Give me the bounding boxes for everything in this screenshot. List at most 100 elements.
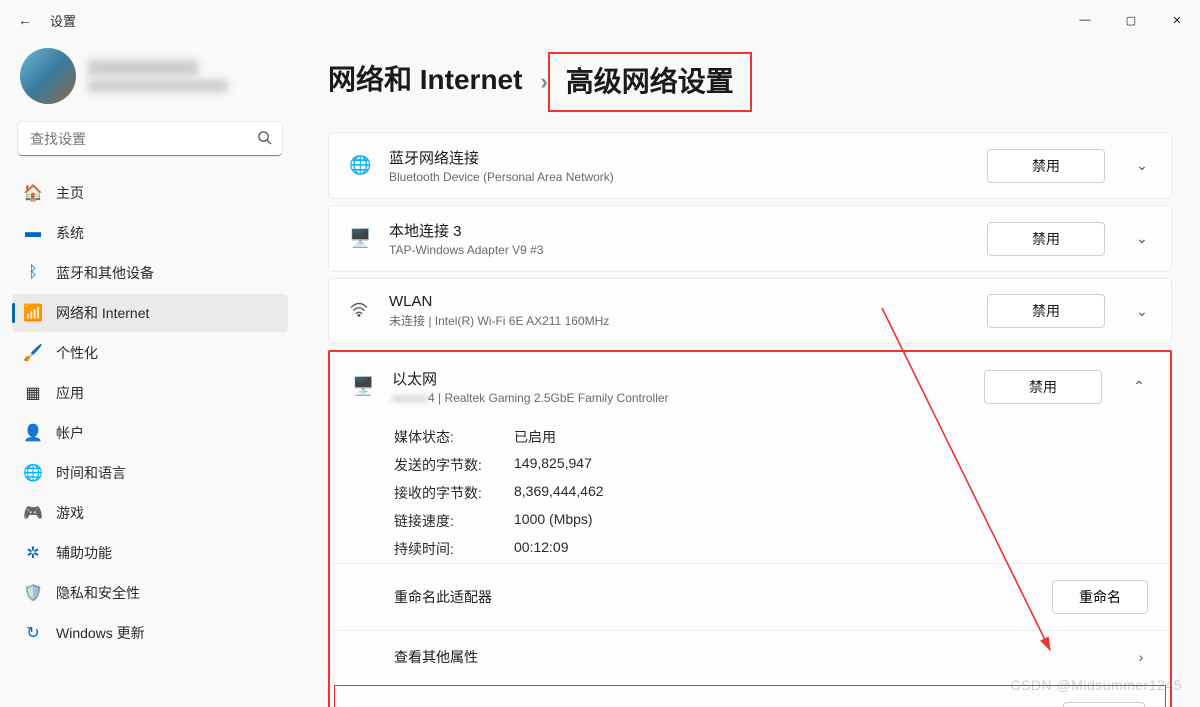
nav-windows-update[interactable]: ↻ Windows 更新 bbox=[12, 614, 288, 652]
search-box[interactable] bbox=[18, 122, 282, 156]
watermark: CSDN @Midsummer1245 bbox=[1010, 677, 1182, 693]
ethernet-details: 媒体状态:已启用 发送的字节数:149,825,947 接收的字节数:8,369… bbox=[332, 419, 1168, 563]
detail-label: 发送的字节数: bbox=[394, 455, 514, 475]
disable-button[interactable]: 禁用 bbox=[987, 222, 1105, 256]
nav-label: 蓝牙和其他设备 bbox=[56, 263, 154, 283]
detail-label: 链接速度: bbox=[394, 511, 514, 531]
detail-value: 149,825,947 bbox=[514, 455, 592, 475]
nav-label: 辅助功能 bbox=[56, 543, 112, 563]
close-button[interactable]: ✕ bbox=[1154, 4, 1200, 36]
ethernet-adapter-icon: 🖥️ bbox=[349, 228, 371, 249]
nav-list: 🏠 主页 ▬ 系统 ᛒ 蓝牙和其他设备 📶 网络和 Internet 🖌️ 个性化 ▦ 应用… bbox=[12, 174, 288, 652]
titlebar: ← 设置 ― ▢ ✕ bbox=[0, 0, 1200, 40]
nav-bluetooth[interactable]: ᛒ 蓝牙和其他设备 bbox=[12, 254, 288, 292]
apps-icon: ▦ bbox=[24, 384, 42, 402]
detail-label: 持续时间: bbox=[394, 539, 514, 559]
wifi-icon: 📶 bbox=[24, 304, 42, 322]
app-title: 设置 bbox=[50, 11, 76, 30]
nav-label: 个性化 bbox=[56, 343, 98, 363]
adapter-sub: 未连接 | Intel(R) Wi-Fi 6E AX211 160MHz bbox=[389, 312, 969, 329]
nav-label: 网络和 Internet bbox=[56, 303, 149, 323]
chevron-down-icon[interactable]: ⌄ bbox=[1133, 303, 1151, 320]
breadcrumb-parent[interactable]: 网络和 Internet bbox=[328, 58, 522, 98]
nav-time-language[interactable]: 🌐 时间和语言 bbox=[12, 454, 288, 492]
nav-label: Windows 更新 bbox=[56, 623, 145, 643]
back-button[interactable]: ← bbox=[18, 12, 32, 28]
adapter-card-local3: 🖥️ 本地连接 3 TAP-Windows Adapter V9 #3 禁用 ⌄ bbox=[328, 205, 1172, 272]
nav-apps[interactable]: ▦ 应用 bbox=[12, 374, 288, 412]
other-properties-row[interactable]: 查看其他属性 › bbox=[332, 630, 1168, 683]
nav-home[interactable]: 🏠 主页 bbox=[12, 174, 288, 212]
search-icon bbox=[257, 130, 272, 148]
adapter-card-bluetooth: 🌐 蓝牙网络连接 Bluetooth Device (Personal Area… bbox=[328, 132, 1172, 199]
adapter-title: 以太网 bbox=[392, 368, 966, 389]
breadcrumb-current: 高级网络设置 bbox=[548, 52, 752, 112]
adapter-card-wlan: WLAN 未连接 | Intel(R) Wi-Fi 6E AX211 160MH… bbox=[328, 278, 1172, 344]
rename-button[interactable]: 重命名 bbox=[1052, 580, 1148, 614]
detail-label: 媒体状态: bbox=[394, 427, 514, 447]
detail-value: 1000 (Mbps) bbox=[514, 511, 593, 531]
rename-row: 重命名此适配器 重命名 bbox=[332, 563, 1168, 630]
edit-button[interactable]: 编辑 bbox=[1063, 702, 1145, 707]
search-input[interactable] bbox=[18, 122, 282, 156]
nav-gaming[interactable]: 🎮 游戏 bbox=[12, 494, 288, 532]
shield-icon: 🛡️ bbox=[24, 584, 42, 602]
adapter-sub: xxxxxx4 | Realtek Gaming 2.5GbE Family C… bbox=[392, 391, 966, 405]
nav-label: 游戏 bbox=[56, 503, 84, 523]
nav-personalization[interactable]: 🖌️ 个性化 bbox=[12, 334, 288, 372]
adapter-sub: TAP-Windows Adapter V9 #3 bbox=[389, 243, 969, 257]
rename-label: 重命名此适配器 bbox=[394, 587, 492, 607]
detail-label: 接收的字节数: bbox=[394, 483, 514, 503]
bluetooth-icon: ᛒ bbox=[24, 264, 42, 282]
bluetooth-adapter-icon: 🌐 bbox=[349, 155, 371, 176]
wifi-adapter-icon bbox=[349, 301, 371, 322]
adapter-card-ethernet: 🖥️ 以太网 xxxxxx4 | Realtek Gaming 2.5GbE F… bbox=[332, 354, 1168, 707]
nav-label: 主页 bbox=[56, 183, 84, 203]
gamepad-icon: 🎮 bbox=[24, 504, 42, 522]
nav-label: 系统 bbox=[56, 223, 84, 243]
detail-value: 00:12:09 bbox=[514, 539, 569, 559]
detail-value: 已启用 bbox=[514, 427, 556, 447]
home-icon: 🏠 bbox=[24, 184, 42, 202]
nav-label: 应用 bbox=[56, 383, 84, 403]
person-icon: 👤 bbox=[24, 424, 42, 442]
chevron-up-icon[interactable]: ⌃ bbox=[1130, 378, 1148, 395]
adapter-sub: Bluetooth Device (Personal Area Network) bbox=[389, 170, 969, 184]
chevron-right-icon: › bbox=[1134, 649, 1148, 665]
chevron-down-icon[interactable]: ⌄ bbox=[1133, 230, 1151, 247]
adapter-title: 蓝牙网络连接 bbox=[389, 147, 969, 168]
nav-label: 帐户 bbox=[56, 423, 84, 443]
nav-network[interactable]: 📶 网络和 Internet bbox=[12, 294, 288, 332]
update-icon: ↻ bbox=[24, 624, 42, 642]
disable-button[interactable]: 禁用 bbox=[984, 370, 1102, 404]
disable-button[interactable]: 禁用 bbox=[987, 149, 1105, 183]
system-icon: ▬ bbox=[24, 224, 42, 242]
sidebar: 🏠 主页 ▬ 系统 ᛒ 蓝牙和其他设备 📶 网络和 Internet 🖌️ 个性化 ▦ 应用… bbox=[0, 40, 300, 707]
nav-system[interactable]: ▬ 系统 bbox=[12, 214, 288, 252]
nav-accounts[interactable]: 👤 帐户 bbox=[12, 414, 288, 452]
detail-value: 8,369,444,462 bbox=[514, 483, 604, 503]
main-content: 网络和 Internet › 高级网络设置 🌐 蓝牙网络连接 Bluetooth… bbox=[300, 40, 1200, 707]
brush-icon: 🖌️ bbox=[24, 344, 42, 362]
disable-button[interactable]: 禁用 bbox=[987, 294, 1105, 328]
accessibility-icon: ✲ bbox=[24, 544, 42, 562]
minimize-button[interactable]: ― bbox=[1062, 4, 1108, 36]
highlighted-section: 🖥️ 以太网 xxxxxx4 | Realtek Gaming 2.5GbE F… bbox=[328, 350, 1172, 707]
breadcrumb: 网络和 Internet › 高级网络设置 bbox=[328, 52, 1172, 112]
ethernet-adapter-icon: 🖥️ bbox=[352, 376, 374, 397]
window-controls: ― ▢ ✕ bbox=[1062, 4, 1200, 36]
maximize-button[interactable]: ▢ bbox=[1108, 4, 1154, 36]
profile-section[interactable] bbox=[12, 44, 288, 122]
profile-name bbox=[88, 60, 198, 76]
nav-label: 时间和语言 bbox=[56, 463, 126, 483]
other-properties-label: 查看其他属性 bbox=[394, 647, 478, 667]
avatar bbox=[20, 48, 76, 104]
nav-label: 隐私和安全性 bbox=[56, 583, 140, 603]
adapter-title: WLAN bbox=[389, 293, 969, 310]
nav-accessibility[interactable]: ✲ 辅助功能 bbox=[12, 534, 288, 572]
nav-privacy[interactable]: 🛡️ 隐私和安全性 bbox=[12, 574, 288, 612]
adapter-title: 本地连接 3 bbox=[389, 220, 969, 241]
profile-email bbox=[88, 80, 228, 92]
globe-icon: 🌐 bbox=[24, 464, 42, 482]
chevron-down-icon[interactable]: ⌄ bbox=[1133, 157, 1151, 174]
